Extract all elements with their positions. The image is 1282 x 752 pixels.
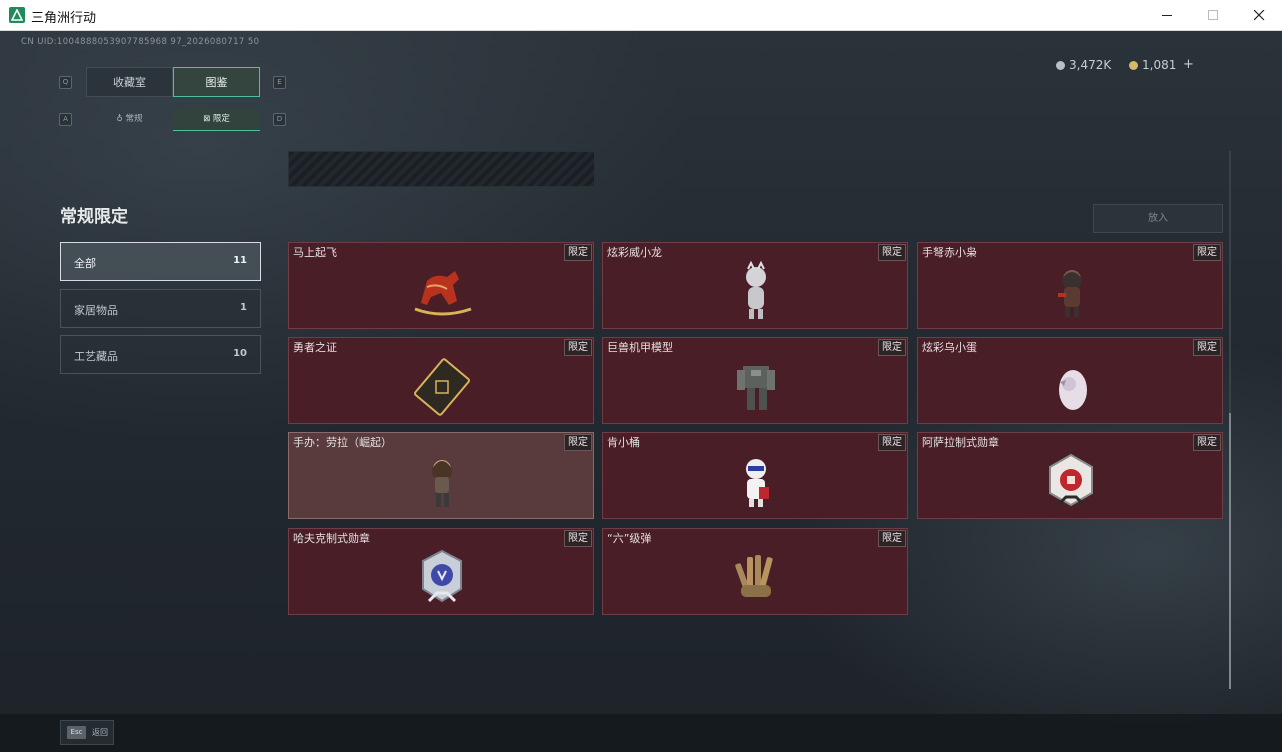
- item-name: 炫彩威小龙: [607, 246, 662, 259]
- item-card[interactable]: 炫彩乌小蛋 限定: [917, 337, 1223, 424]
- game-viewport: CN UID:1004888053907785968 97_2026080717…: [0, 31, 1282, 752]
- category-count: 10: [233, 348, 247, 359]
- tab-codex[interactable]: 图鉴: [173, 67, 260, 97]
- limited-badge: 限定: [878, 339, 906, 356]
- item-name: 炫彩乌小蛋: [922, 341, 977, 354]
- gold-amount: 1,081: [1142, 58, 1177, 72]
- window-titlebar: 三角洲行动: [0, 0, 1282, 31]
- item-card[interactable]: 肯小桶 限定: [602, 432, 908, 519]
- user-uid: CN UID:1004888053907785968 97_2026080717…: [21, 37, 260, 47]
- item-card[interactable]: “六”级弹 限定: [602, 528, 908, 615]
- tab-collection-room[interactable]: 收藏室: [86, 67, 173, 97]
- tab-next-key-hint: E: [273, 76, 286, 89]
- asara-medal-icon: [1049, 453, 1093, 507]
- item-name: 手办：劳拉（崛起）: [293, 436, 392, 449]
- flame-icon: ♁: [116, 114, 123, 124]
- search-banner: [288, 151, 595, 187]
- add-currency-button[interactable]: +: [1183, 57, 1194, 72]
- category-count: 11: [233, 255, 247, 266]
- category-label: 家居物品: [74, 304, 118, 317]
- item-card[interactable]: 哈夫克制式勋章 限定: [288, 528, 594, 615]
- section-title: 常规限定: [60, 207, 128, 227]
- item-name: 哈夫克制式勋章: [293, 532, 370, 545]
- subtab-prev-key-hint: A: [59, 113, 72, 126]
- back-label: 返回: [92, 728, 108, 737]
- bullet-hand-icon: [735, 555, 773, 597]
- limited-badge: 限定: [564, 244, 592, 261]
- limited-badge: 限定: [1193, 339, 1221, 356]
- limited-badge: 限定: [878, 434, 906, 451]
- category-all[interactable]: 全部 11: [60, 242, 261, 281]
- item-name: 勇者之证: [293, 341, 337, 354]
- silver-amount: 3,472K: [1069, 58, 1112, 72]
- subtab-limited[interactable]: ⊠ 限定: [173, 108, 260, 131]
- maximize-button[interactable]: [1190, 0, 1236, 30]
- card-token-icon: [414, 358, 470, 416]
- bottom-bar: [0, 714, 1282, 752]
- subtab-regular[interactable]: ♁ 常规: [86, 108, 173, 131]
- gold-coin-icon: [1129, 61, 1138, 70]
- silver-currency: 3,472K: [1056, 58, 1111, 72]
- dragon-figure-icon: [746, 260, 766, 319]
- app-logo-icon: [9, 7, 25, 23]
- item-card[interactable]: 手办：劳拉（崛起） 限定: [288, 432, 594, 519]
- category-count: 1: [240, 302, 247, 313]
- close-button[interactable]: [1236, 0, 1282, 30]
- hooded-figure-icon: [1058, 270, 1082, 317]
- limited-badge: 限定: [1193, 244, 1221, 261]
- item-name: 马上起飞: [293, 246, 337, 259]
- item-card[interactable]: 勇者之证 限定: [288, 337, 594, 424]
- item-name: “六”级弹: [607, 532, 652, 545]
- limited-badge: 限定: [564, 530, 592, 547]
- put-in-button[interactable]: 放入: [1093, 204, 1223, 233]
- category-label: 全部: [74, 257, 96, 270]
- back-button[interactable]: Esc 返回: [60, 720, 114, 745]
- item-card[interactable]: 手弩赤小枭 限定: [917, 242, 1223, 329]
- tab-prev-key-hint: Q: [59, 76, 72, 89]
- silver-coin-icon: [1056, 61, 1065, 70]
- subtab-limited-label: 限定: [212, 114, 230, 124]
- subtab-next-key-hint: D: [273, 113, 286, 126]
- rocking-horse-icon: [414, 271, 472, 316]
- item-name: 阿萨拉制式勋章: [922, 436, 999, 449]
- subtab-regular-label: 常规: [125, 114, 143, 124]
- egg-figure-icon: [1059, 370, 1087, 410]
- mech-model-icon: [737, 366, 775, 410]
- limited-badge: 限定: [1193, 434, 1221, 451]
- haavk-medal-icon: [422, 549, 462, 603]
- limited-icon: ⊠: [203, 114, 211, 124]
- item-name: 巨兽机甲模型: [607, 341, 673, 354]
- gold-currency: 1,081: [1129, 58, 1176, 72]
- lara-figure-icon: [432, 460, 452, 507]
- category-crafts[interactable]: 工艺藏品 10: [60, 335, 261, 374]
- window-title: 三角洲行动: [31, 11, 97, 26]
- item-name: 手弩赤小枭: [922, 246, 977, 259]
- limited-badge: 限定: [564, 434, 592, 451]
- colonel-figure-icon: [746, 459, 769, 507]
- item-card[interactable]: 巨兽机甲模型 限定: [602, 337, 908, 424]
- category-home-items[interactable]: 家居物品 1: [60, 289, 261, 328]
- esc-key-hint: Esc: [67, 726, 86, 739]
- item-card[interactable]: 阿萨拉制式勋章 限定: [917, 432, 1223, 519]
- item-name: 肯小桶: [607, 436, 640, 449]
- item-card[interactable]: 马上起飞 限定: [288, 242, 594, 329]
- limited-badge: 限定: [878, 244, 906, 261]
- item-card[interactable]: 炫彩威小龙 限定: [602, 242, 908, 329]
- scrollbar-thumb[interactable]: [1229, 413, 1231, 689]
- category-label: 工艺藏品: [74, 350, 118, 363]
- limited-badge: 限定: [878, 530, 906, 547]
- minimize-button[interactable]: [1144, 0, 1190, 30]
- limited-badge: 限定: [564, 339, 592, 356]
